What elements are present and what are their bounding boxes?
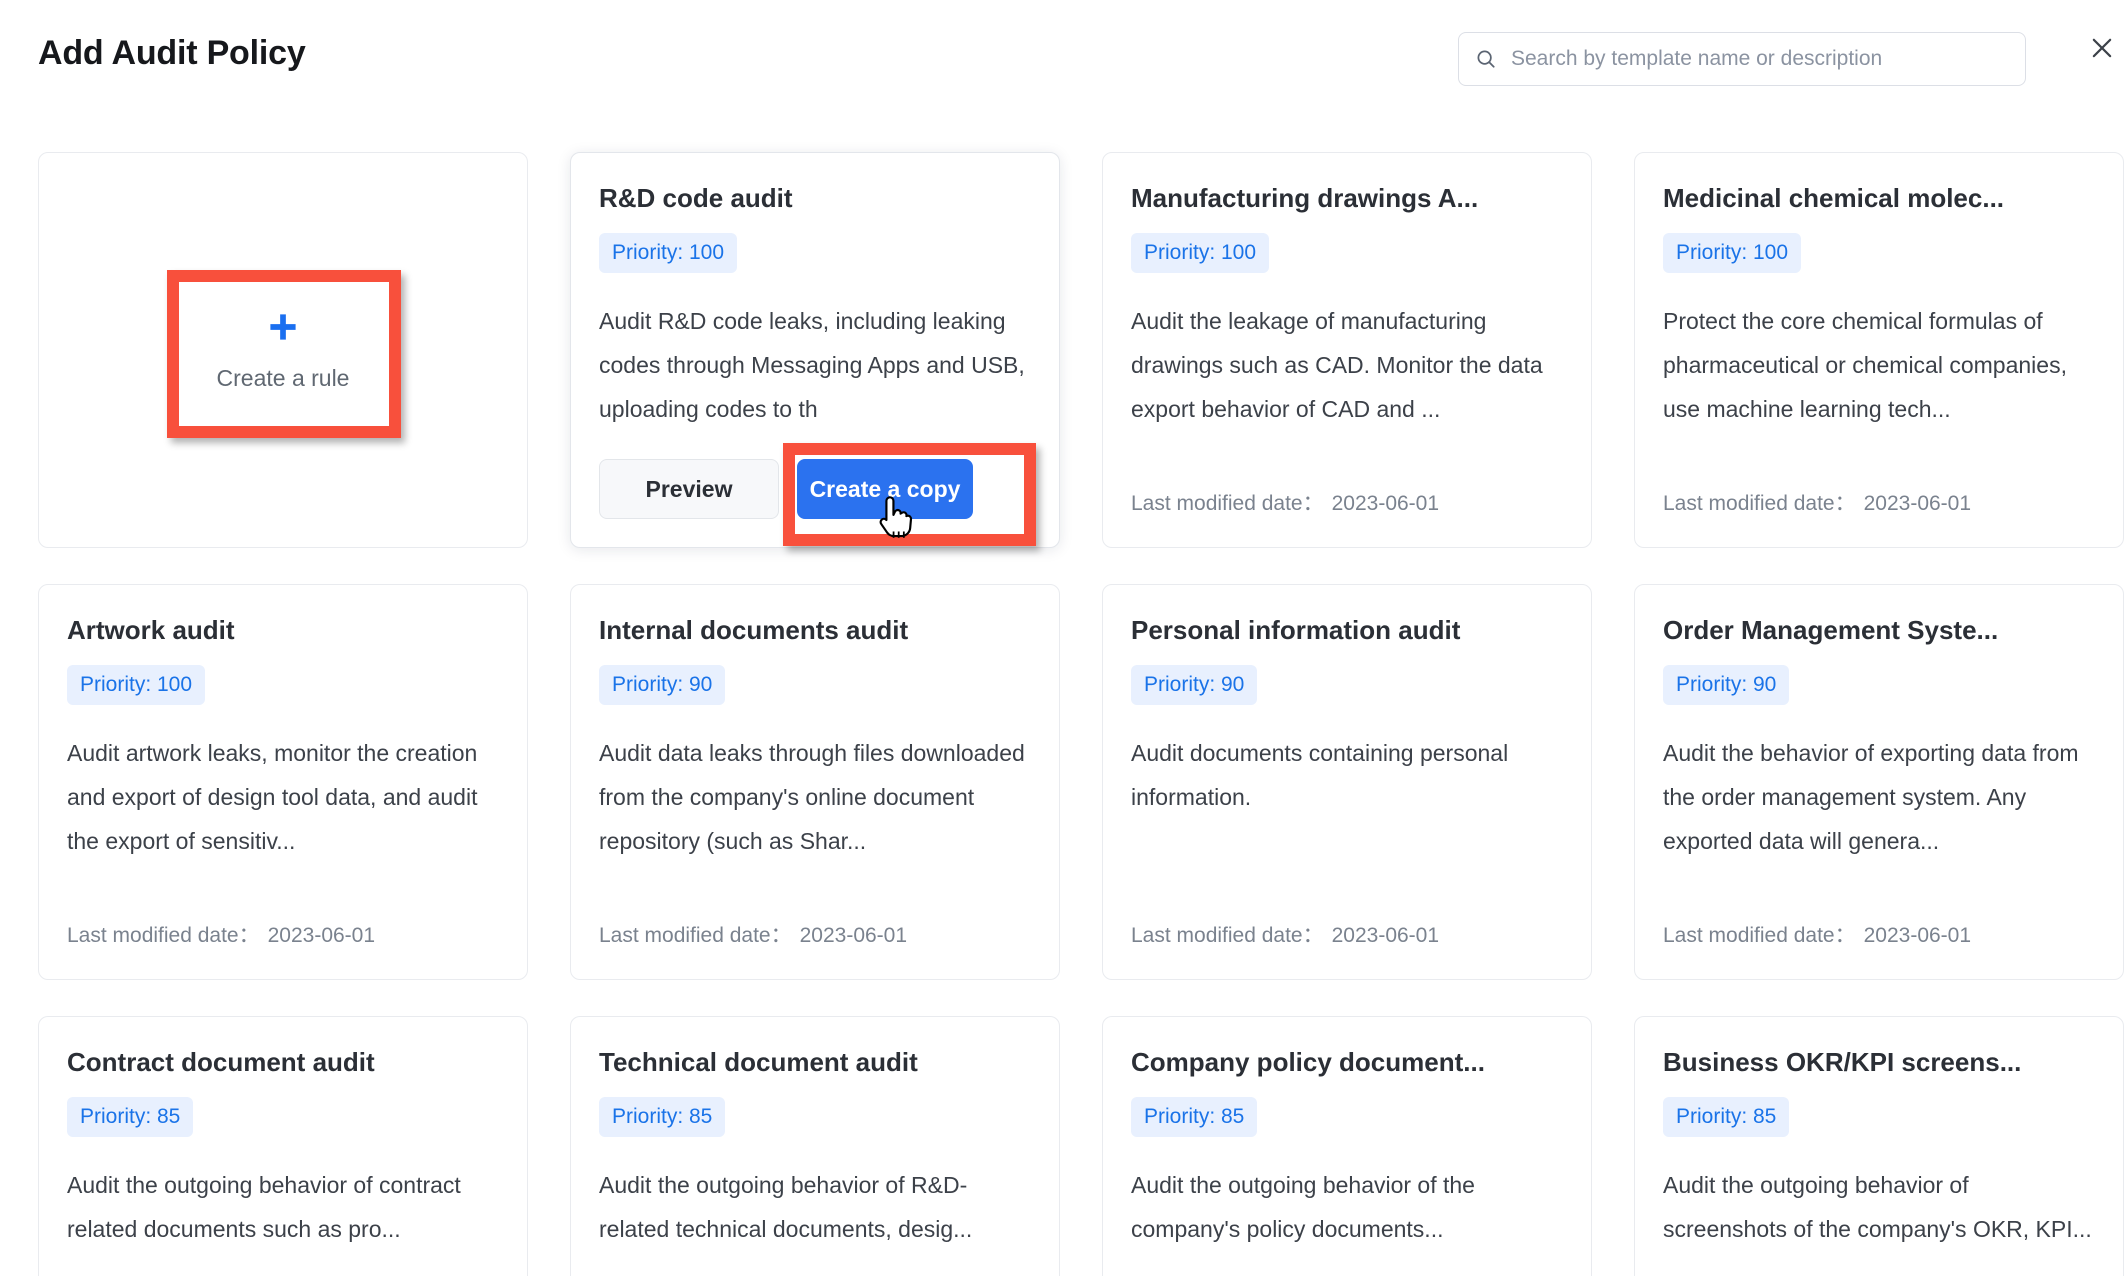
last-modified-date: Last modified date： 2023-06-01: [1663, 487, 1971, 517]
priority-badge: Priority: 90: [1131, 665, 1258, 705]
last-modified-value: 2023-06-01: [1331, 492, 1440, 515]
template-card-description: Audit data leaks through files downloade…: [599, 740, 1025, 854]
add-audit-policy-dialog: Add Audit Policy Create a rule: [0, 0, 2126, 1276]
priority-badge: Priority: 85: [67, 1097, 194, 1137]
template-card-grid: Create a rule R&D code audit Priority: 10…: [38, 152, 2124, 1276]
last-modified-date: Last modified date： 2023-06-01: [1131, 487, 1439, 517]
priority-badge: Priority: 100: [599, 233, 738, 273]
template-card-description: Audit the outgoing behavior of the compa…: [1131, 1172, 1475, 1242]
template-card[interactable]: Contract document audit Priority: 85 Audit…: [38, 1016, 528, 1276]
create-a-rule-inner: Create a rule: [178, 278, 388, 423]
template-card-actions: Preview Create a copy: [599, 459, 1033, 519]
create-a-rule-card[interactable]: Create a rule: [38, 152, 528, 548]
template-card-description: Protect the core chemical formulas of ph…: [1663, 308, 2067, 422]
priority-badge: Priority: 85: [599, 1097, 726, 1137]
create-a-rule-label: Create a rule: [216, 364, 350, 391]
priority-badge: Priority: 100: [1663, 233, 1802, 273]
template-card-description: Audit the leakage of manufacturing drawi…: [1131, 308, 1543, 422]
template-card[interactable]: Technical document audit Priority: 85 Audi…: [570, 1016, 1060, 1276]
template-card-title: Internal documents audit: [599, 615, 909, 645]
search-icon: [1477, 50, 1495, 68]
search-box[interactable]: [1458, 32, 2026, 86]
template-card[interactable]: Company policy document... Priority: 85 Au…: [1102, 1016, 1592, 1276]
last-modified-label: Last modified date：: [1663, 924, 1856, 947]
template-card[interactable]: Medicinal chemical molec... Priority: 100…: [1634, 152, 2124, 548]
template-card[interactable]: Personal information audit Priority: 90 Au…: [1102, 584, 1592, 980]
template-card-title: Manufacturing drawings A...: [1131, 183, 1479, 213]
priority-badge: Priority: 100: [1131, 233, 1270, 273]
last-modified-value: 2023-06-01: [799, 924, 908, 947]
last-modified-label: Last modified date：: [599, 924, 792, 947]
dialog-header: Add Audit Policy: [0, 0, 2126, 120]
template-card[interactable]: Manufacturing drawings A... Priority: 100…: [1102, 152, 1592, 548]
last-modified-date: Last modified date： 2023-06-01: [1131, 919, 1439, 949]
last-modified-label: Last modified date：: [1663, 492, 1856, 515]
template-card-title: Medicinal chemical molec...: [1663, 183, 2005, 213]
template-card-description: Audit the outgoing behavior of R&D-relat…: [599, 1172, 973, 1242]
priority-badge: Priority: 100: [67, 665, 206, 705]
template-card-title: Technical document audit: [599, 1047, 918, 1077]
template-card-description: Audit the outgoing behavior of screensho…: [1663, 1172, 2092, 1242]
priority-badge: Priority: 85: [1131, 1097, 1258, 1137]
template-card-title: Artwork audit: [67, 615, 235, 645]
template-card-title: Company policy document...: [1131, 1047, 1485, 1077]
template-card-title: Contract document audit: [67, 1047, 375, 1077]
template-card-description: Audit R&D code leaks, including leaking …: [599, 308, 1025, 422]
last-modified-label: Last modified date：: [1131, 924, 1324, 947]
template-card[interactable]: Business OKR/KPI screens... Priority: 85 A…: [1634, 1016, 2124, 1276]
template-card-title: Order Management Syste...: [1663, 615, 1999, 645]
close-icon: [2092, 38, 2112, 58]
page-title: Add Audit Policy: [38, 34, 306, 72]
last-modified-value: 2023-06-01: [267, 924, 376, 947]
template-card-description: Audit artwork leaks, monitor the creatio…: [67, 740, 478, 854]
last-modified-value: 2023-06-01: [1863, 924, 1972, 947]
template-card-description: Audit the behavior of exporting data fro…: [1663, 740, 2079, 854]
template-card-title: Business OKR/KPI screens...: [1663, 1047, 2022, 1077]
last-modified-label: Last modified date：: [1131, 492, 1324, 515]
priority-badge: Priority: 85: [1663, 1097, 1790, 1137]
template-card-title: Personal information audit: [1131, 615, 1461, 645]
template-card-description: Audit the outgoing behavior of contract …: [67, 1172, 461, 1242]
last-modified-value: 2023-06-01: [1863, 492, 1972, 515]
template-card[interactable]: Internal documents audit Priority: 90 Audi…: [570, 584, 1060, 980]
search-input[interactable]: [1509, 46, 2009, 72]
last-modified-value: 2023-06-01: [1331, 924, 1440, 947]
template-card[interactable]: Order Management Syste... Priority: 90 Aud…: [1634, 584, 2124, 980]
last-modified-date: Last modified date： 2023-06-01: [599, 919, 907, 949]
template-card-description: Audit documents containing personal info…: [1131, 740, 1509, 810]
template-card-title: R&D code audit: [599, 183, 793, 213]
plus-icon: [270, 313, 296, 340]
priority-badge: Priority: 90: [599, 665, 726, 705]
preview-button[interactable]: Preview: [599, 459, 779, 519]
last-modified-date: Last modified date： 2023-06-01: [1663, 919, 1971, 949]
last-modified-label: Last modified date：: [67, 924, 260, 947]
last-modified-date: Last modified date： 2023-06-01: [67, 919, 375, 949]
template-card[interactable]: Artwork audit Priority: 100 Audit artwork …: [38, 584, 528, 980]
close-button[interactable]: [2081, 27, 2123, 69]
priority-badge: Priority: 90: [1663, 665, 1790, 705]
create-a-copy-button[interactable]: Create a copy: [797, 459, 973, 519]
template-card[interactable]: R&D code audit Priority: 100 Audit R&D cod…: [570, 152, 1060, 548]
